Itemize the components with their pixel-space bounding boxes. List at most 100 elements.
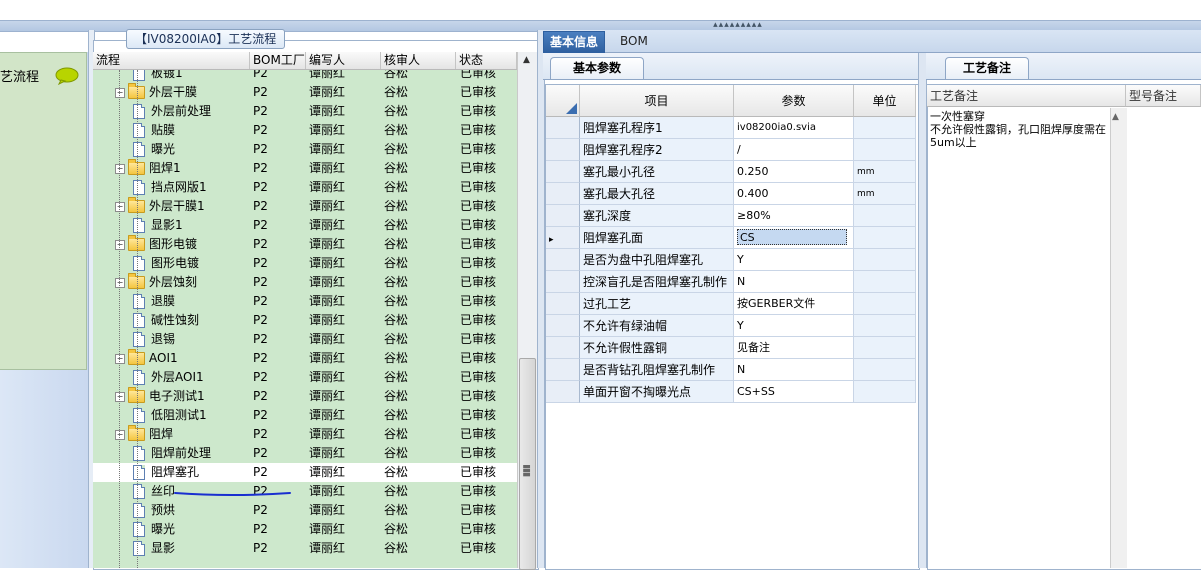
tree-node-step[interactable]: 退锡 P2 谭丽红 谷松 已审核: [93, 330, 517, 349]
tree-col-writer[interactable]: 编写人: [306, 52, 381, 69]
tree-node-name-cell[interactable]: 显影1: [133, 216, 183, 235]
row-header[interactable]: ▸: [546, 227, 580, 249]
param-value-cell[interactable]: Y: [734, 315, 854, 337]
tree-node-step[interactable]: 退膜 P2 谭丽红 谷松 已审核: [93, 292, 517, 311]
tab-bom[interactable]: BOM: [614, 31, 654, 52]
tree-node-step[interactable]: 贴膜 P2 谭丽红 谷松 已审核: [93, 121, 517, 140]
tree-node-name-cell[interactable]: 贴膜: [133, 121, 175, 140]
tree-node-group[interactable]: − 图形电镀 P2 谭丽红 谷松 已审核: [93, 235, 517, 254]
tree-node-name-cell[interactable]: 阻焊塞孔: [133, 463, 199, 482]
tree-node-group[interactable]: − 外层蚀刻 P2 谭丽红 谷松 已审核: [93, 273, 517, 292]
tree-node-group[interactable]: − 阻焊 P2 谭丽红 谷松 已审核: [93, 425, 517, 444]
tree-col-status[interactable]: 状态: [456, 52, 517, 69]
middle-splitter[interactable]: [537, 30, 545, 568]
param-row[interactable]: ▸ 阻焊塞孔面 CS: [546, 227, 918, 249]
tree-node-name-cell[interactable]: 退锡: [133, 330, 175, 349]
left-nav-item-area[interactable]: [0, 52, 87, 370]
param-value-cell[interactable]: iv08200ia0.svia: [734, 117, 854, 139]
tree-node-group[interactable]: − 外层干膜1 P2 谭丽红 谷松 已审核: [93, 197, 517, 216]
splitter-grip-icon[interactable]: ▴▴▴▴▴▴▴▴▴: [708, 21, 768, 30]
collapse-toggle-icon[interactable]: −: [115, 201, 125, 212]
tree-node-name-cell[interactable]: 曝光: [133, 520, 175, 539]
param-unit-cell[interactable]: [854, 293, 916, 315]
tree-node-name-cell[interactable]: 退膜: [133, 292, 175, 311]
tree-node-name-cell[interactable]: 曝光: [133, 140, 175, 159]
param-row[interactable]: 阻焊塞孔程序2/: [546, 139, 918, 161]
scroll-up-arrow-icon[interactable]: ▲: [1112, 112, 1119, 122]
row-header[interactable]: [546, 381, 580, 403]
right-splitter[interactable]: [918, 53, 927, 568]
tree-node-name-cell[interactable]: 挡点网版1: [133, 178, 207, 197]
chat-bubble-icon[interactable]: [55, 67, 79, 85]
row-header[interactable]: [546, 183, 580, 205]
param-unit-cell[interactable]: [854, 249, 916, 271]
tree-node-name-cell[interactable]: 预烘: [133, 501, 175, 520]
tree-node-step[interactable]: 挡点网版1 P2 谭丽红 谷松 已审核: [93, 178, 517, 197]
row-header[interactable]: [546, 161, 580, 183]
param-row[interactable]: 塞孔深度 ≥80%: [546, 205, 918, 227]
param-value-cell[interactable]: CS: [734, 227, 854, 249]
param-unit-cell[interactable]: [854, 205, 916, 227]
left-nav-flow-label[interactable]: 艺流程: [0, 66, 39, 85]
tree-node-name-cell[interactable]: − AOI1: [115, 349, 178, 368]
model-note-cell[interactable]: [1127, 108, 1201, 568]
tree-node-step[interactable]: 低阻测试1 P2 谭丽红 谷松 已审核: [93, 406, 517, 425]
row-header[interactable]: [546, 249, 580, 271]
tree-node-name-cell[interactable]: 外层前处理: [133, 102, 211, 121]
tree-node-step[interactable]: 曝光 P2 谭丽红 谷松 已审核: [93, 520, 517, 539]
scroll-up-arrow-icon[interactable]: ▲: [519, 55, 534, 67]
notes-scrollbar[interactable]: [1110, 108, 1127, 568]
tree-node-step[interactable]: 阻焊前处理 P2 谭丽红 谷松 已审核: [93, 444, 517, 463]
tree-col-bom[interactable]: BOM工厂: [250, 52, 306, 69]
tree-node-step[interactable]: 预烘 P2 谭丽红 谷松 已审核: [93, 501, 517, 520]
tree-node-name-cell[interactable]: − 电子测试1: [115, 387, 205, 406]
grid-col-param[interactable]: 参数: [734, 85, 854, 117]
notes-col-model[interactable]: 型号备注: [1126, 85, 1201, 107]
tree-node-step[interactable]: 阻焊塞孔 P2 谭丽红 谷松 已审核: [93, 463, 517, 482]
row-header[interactable]: [546, 271, 580, 293]
process-note-text[interactable]: 一次性塞穿 不允许假性露铜，孔口阻焊厚度需在5um以上: [930, 110, 1110, 149]
param-unit-cell[interactable]: [854, 271, 916, 293]
param-value-cell[interactable]: N: [734, 359, 854, 381]
tree-node-name-cell[interactable]: 丝印: [133, 482, 175, 501]
tree-node-name-cell[interactable]: 碱性蚀刻: [133, 311, 199, 330]
param-row[interactable]: 是否为盘中孔阻焊塞孔 Y: [546, 249, 918, 271]
param-value-selection[interactable]: CS: [737, 229, 847, 245]
param-row[interactable]: 不允许有绿油帽 Y: [546, 315, 918, 337]
tab-basic-params[interactable]: 基本参数: [550, 57, 644, 79]
tree-node-name-cell[interactable]: − 阻焊: [115, 425, 173, 444]
param-row[interactable]: 控深盲孔是否阻焊塞孔制作 N: [546, 271, 918, 293]
param-unit-cell[interactable]: [854, 117, 916, 139]
param-row[interactable]: 过孔工艺 按GERBER文件: [546, 293, 918, 315]
collapse-toggle-icon[interactable]: −: [115, 391, 125, 402]
param-unit-cell[interactable]: mm: [854, 161, 916, 183]
tree-node-step[interactable]: 显影1 P2 谭丽红 谷松 已审核: [93, 216, 517, 235]
tree-col-reviewer[interactable]: 核审人: [381, 52, 456, 69]
collapse-toggle-icon[interactable]: −: [115, 353, 125, 364]
param-value-cell[interactable]: 0.250: [734, 161, 854, 183]
collapse-toggle-icon[interactable]: −: [115, 87, 125, 98]
collapse-toggle-icon[interactable]: −: [115, 239, 125, 250]
param-value-cell[interactable]: CS+SS: [734, 381, 854, 403]
param-unit-cell[interactable]: [854, 315, 916, 337]
tree-node-step[interactable]: 外层前处理 P2 谭丽红 谷松 已审核: [93, 102, 517, 121]
param-value-cell[interactable]: N: [734, 271, 854, 293]
tree-node-step[interactable]: 显影 P2 谭丽红 谷松 已审核: [93, 539, 517, 558]
param-row[interactable]: 塞孔最小孔径 0.250 mm: [546, 161, 918, 183]
collapse-toggle-icon[interactable]: −: [115, 163, 125, 174]
param-value-cell[interactable]: 按GERBER文件: [734, 293, 854, 315]
param-unit-cell[interactable]: [854, 337, 916, 359]
notes-col-process[interactable]: 工艺备注: [927, 85, 1126, 107]
tree-node-name-cell[interactable]: − 外层干膜: [115, 83, 197, 102]
row-header[interactable]: [546, 359, 580, 381]
tree-node-name-cell[interactable]: 阻焊前处理: [133, 444, 211, 463]
tree-node-name-cell[interactable]: − 外层蚀刻: [115, 273, 197, 292]
tree-node-step[interactable]: 外层AOI1 P2 谭丽红 谷松 已审核: [93, 368, 517, 387]
param-value-cell[interactable]: 见备注: [734, 337, 854, 359]
tree-node-name-cell[interactable]: 图形电镀: [133, 254, 199, 273]
param-row[interactable]: 单面开窗不掏曝光点 CS+SS: [546, 381, 918, 403]
param-value-cell[interactable]: ≥80%: [734, 205, 854, 227]
tree-node-step[interactable]: 丝印 P2 谭丽红 谷松 已审核: [93, 482, 517, 501]
param-row[interactable]: 是否背钻孔阻焊塞孔制作 N: [546, 359, 918, 381]
tree-node-group[interactable]: − 电子测试1 P2 谭丽红 谷松 已审核: [93, 387, 517, 406]
